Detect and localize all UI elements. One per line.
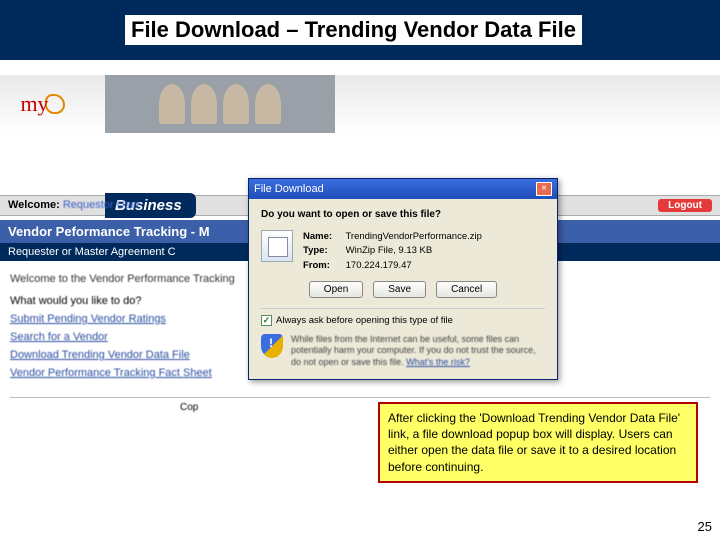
always-ask-row[interactable]: ✓ Always ask before opening this type of… (261, 308, 545, 326)
file-from: 170.224.179.47 (346, 260, 412, 271)
slide-title: File Download – Trending Vendor Data Fil… (125, 15, 582, 45)
divider (10, 397, 710, 398)
dialog-button-row: Open Save Cancel (261, 281, 545, 298)
file-name: TrendingVendorPerformance.zip (345, 231, 481, 242)
dialog-title: File Download (254, 183, 324, 195)
welcome-label: Welcome: (8, 199, 60, 211)
security-warning: While files from the Internet can be use… (261, 334, 545, 369)
file-metadata: Name: TrendingVendorPerformance.zip Type… (303, 230, 482, 273)
from-label: From: (303, 259, 343, 273)
type-label: Type: (303, 244, 343, 258)
banner-photo (105, 75, 335, 133)
dialog-question: Do you want to open or save this file? (261, 209, 545, 220)
slide-page-number: 25 (698, 519, 712, 534)
whats-the-risk-link[interactable]: What's the risk? (406, 357, 470, 367)
dialog-body: Do you want to open or save this file? N… (249, 199, 557, 379)
dialog-titlebar: File Download × (249, 179, 557, 199)
welcome-user: Requestor User (63, 199, 140, 211)
instruction-callout: After clicking the 'Download Trending Ve… (378, 402, 698, 483)
logo-text: my (20, 91, 48, 117)
checkbox-icon[interactable]: ✓ (261, 315, 272, 326)
save-button[interactable]: Save (373, 281, 426, 298)
file-download-dialog: File Download × Do you want to open or s… (248, 178, 558, 380)
file-type: WinZip File, 9.13 KB (346, 245, 433, 256)
close-icon[interactable]: × (536, 182, 552, 196)
always-ask-label: Always ask before opening this type of f… (276, 315, 453, 326)
name-label: Name: (303, 230, 343, 244)
site-banner: my (0, 75, 720, 133)
cancel-button[interactable]: Cancel (436, 281, 497, 298)
logout-button[interactable]: Logout (658, 199, 712, 212)
shield-icon (261, 334, 283, 358)
file-type-icon (261, 230, 293, 262)
site-logo: my (0, 75, 85, 133)
slide-header: File Download – Trending Vendor Data Fil… (0, 0, 720, 60)
open-button[interactable]: Open (309, 281, 363, 298)
